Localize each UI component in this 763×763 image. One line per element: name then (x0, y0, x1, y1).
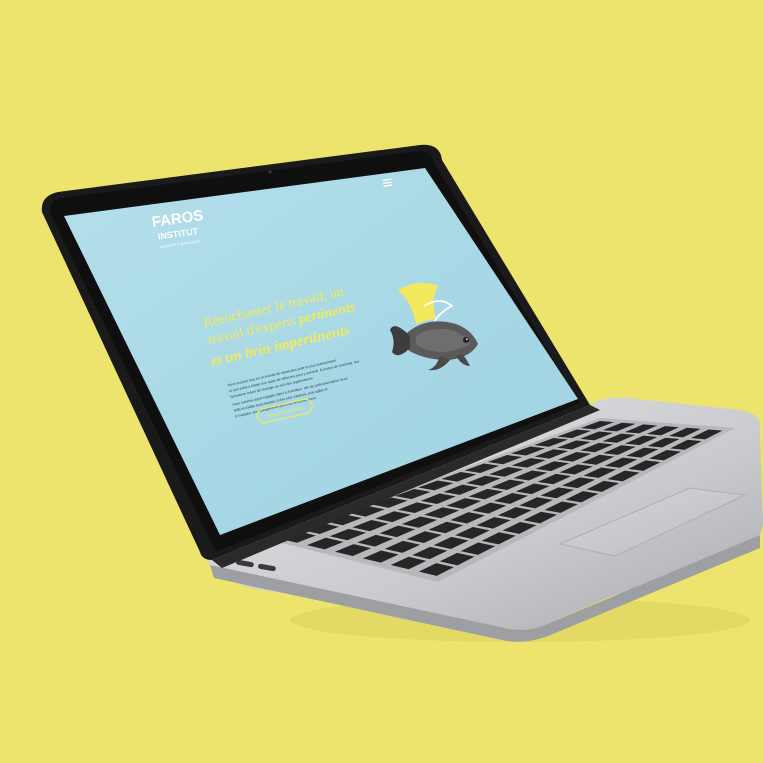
camera-icon (268, 170, 272, 174)
laptop-mockup: FAROS INSTITUT LEADERS & MANAGERS Réench… (41, 144, 763, 642)
hamburger-icon[interactable] (382, 178, 393, 187)
mockup-stage: FAROS INSTITUT LEADERS & MANAGERS Réench… (0, 0, 763, 763)
fish-eye (463, 337, 469, 343)
fish-eye-highlight (465, 338, 468, 341)
